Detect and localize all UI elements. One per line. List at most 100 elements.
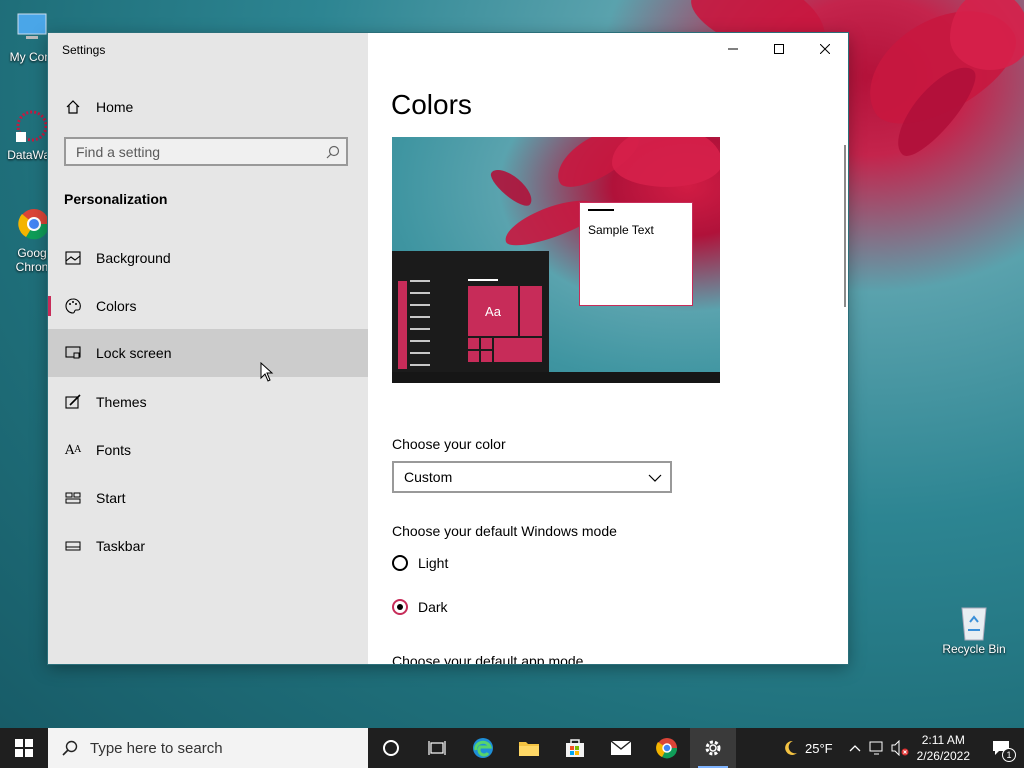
- app-mode-label: Choose your default app mode: [392, 653, 584, 664]
- sidebar-item-colors[interactable]: Colors: [48, 282, 368, 330]
- radio-light[interactable]: Light: [392, 555, 448, 571]
- task-view-button[interactable]: [414, 728, 460, 768]
- desktop-icon-recycle-bin[interactable]: Recycle Bin: [942, 602, 1006, 656]
- store-icon: [566, 739, 584, 757]
- volume-muted-icon[interactable]: [891, 740, 909, 756]
- preview-tiles-header: [468, 279, 498, 281]
- sidebar: Settings Home Personalization Background: [48, 33, 368, 664]
- gear-icon: [705, 740, 721, 756]
- edge-taskbar-button[interactable]: [460, 728, 506, 768]
- sidebar-item-lock-screen[interactable]: Lock screen: [48, 329, 368, 377]
- windows-mode-label: Choose your default Windows mode: [392, 523, 617, 539]
- cortana-icon: [383, 740, 399, 756]
- home-icon: [65, 99, 81, 115]
- minimize-button[interactable]: [710, 33, 756, 65]
- chrome-taskbar-button[interactable]: [644, 728, 690, 768]
- selected-indicator: [48, 296, 51, 316]
- search-icon: [326, 145, 340, 162]
- lock-screen-icon: [65, 345, 81, 361]
- preview-tile: [481, 338, 492, 349]
- chrome-icon: [14, 206, 50, 242]
- sidebar-item-label: Fonts: [96, 442, 132, 458]
- preview-sample-bar: [588, 209, 614, 211]
- clock[interactable]: 2:11 AM 2/26/2022: [917, 732, 970, 764]
- preview-taskbar: [392, 372, 720, 383]
- sidebar-item-start[interactable]: Start: [48, 474, 368, 522]
- sidebar-item-label: Lock screen: [96, 345, 172, 361]
- preview-tile: [468, 351, 479, 362]
- sidebar-item-label: Background: [96, 250, 171, 266]
- choose-color-value: Custom: [404, 469, 453, 485]
- datawag-icon: [14, 108, 50, 144]
- weather-icon[interactable]: [781, 739, 799, 757]
- start-icon: [65, 490, 81, 506]
- start-button[interactable]: [0, 728, 48, 768]
- recycle-bin-icon: [956, 602, 992, 641]
- scrollbar[interactable]: [844, 145, 846, 307]
- sidebar-item-taskbar[interactable]: Taskbar: [48, 522, 368, 570]
- sidebar-item-background[interactable]: Background: [48, 234, 368, 282]
- clock-time: 2:11 AM: [921, 733, 965, 747]
- find-setting-search[interactable]: [64, 137, 348, 166]
- system-tray: 25°F 2:11 AM 2/26/2022 1: [781, 728, 1024, 768]
- brush-icon: [65, 394, 81, 410]
- content-pane: Colors Aa Sample Text Choose your color …: [368, 33, 848, 664]
- file-explorer-button[interactable]: [506, 728, 552, 768]
- window-title: Settings: [62, 43, 106, 57]
- preview-tile: [520, 286, 542, 336]
- sidebar-item-themes[interactable]: Themes: [48, 378, 368, 426]
- sidebar-item-label: Colors: [96, 298, 137, 314]
- windows-icon: [15, 739, 33, 757]
- mail-icon: [610, 740, 632, 755]
- mouse-cursor: [260, 361, 274, 385]
- taskbar-icon: [65, 538, 81, 554]
- settings-window: Settings Home Personalization Background: [48, 33, 848, 664]
- chevron-up-icon[interactable]: [849, 744, 861, 752]
- sidebar-item-label: Start: [96, 490, 126, 506]
- maximize-button[interactable]: [756, 33, 802, 65]
- cortana-button[interactable]: [368, 728, 414, 768]
- weather-temp[interactable]: 25°F: [805, 741, 833, 756]
- choose-color-label: Choose your color: [392, 436, 506, 452]
- picture-icon: [65, 250, 81, 266]
- taskbar: Type here to search 25°F 2:11 AM 2/26/20…: [0, 728, 1024, 768]
- sidebar-item-fonts[interactable]: AA Fonts: [48, 426, 368, 474]
- window-controls: [710, 33, 848, 65]
- desktop-icon-label: Goog Chron: [15, 246, 49, 274]
- notification-center-button[interactable]: 1: [978, 728, 1024, 768]
- network-icon[interactable]: [869, 741, 885, 755]
- color-preview: Aa Sample Text: [392, 137, 720, 383]
- chrome-icon: [656, 738, 678, 759]
- search-icon: [62, 740, 78, 756]
- sidebar-item-label: Taskbar: [96, 538, 146, 554]
- preview-sample-window: Sample Text: [579, 202, 693, 306]
- preview-sample-text: Sample Text: [588, 223, 654, 237]
- radio-circle[interactable]: [392, 599, 408, 615]
- radio-label: Dark: [418, 599, 448, 615]
- preview-tile: [494, 338, 542, 362]
- radio-dark[interactable]: Dark: [392, 599, 448, 615]
- preview-start-menu: Aa: [392, 251, 549, 372]
- taskbar-search-placeholder: Type here to search: [90, 739, 223, 757]
- find-setting-input[interactable]: [66, 139, 316, 164]
- palette-icon: [65, 298, 81, 314]
- preview-tile: [481, 351, 492, 362]
- notification-count-badge: 1: [1002, 748, 1016, 762]
- clock-date: 2/26/2022: [916, 749, 970, 763]
- preview-tile: [468, 338, 479, 349]
- font-icon: AA: [65, 442, 81, 458]
- page-title: Colors: [391, 89, 472, 120]
- radio-circle[interactable]: [392, 555, 408, 571]
- close-button[interactable]: [802, 33, 848, 65]
- radio-label: Light: [418, 555, 449, 571]
- taskbar-search[interactable]: Type here to search: [48, 728, 368, 768]
- folder-icon: [519, 742, 539, 756]
- task-view-icon: [428, 741, 446, 755]
- mail-button[interactable]: [598, 728, 644, 768]
- store-button[interactable]: [552, 728, 598, 768]
- choose-color-dropdown[interactable]: Custom: [392, 461, 672, 493]
- nav-home[interactable]: Home: [48, 90, 368, 124]
- edge-icon: [473, 738, 493, 758]
- settings-taskbar-button[interactable]: [690, 728, 736, 768]
- sidebar-item-label: Themes: [96, 394, 147, 410]
